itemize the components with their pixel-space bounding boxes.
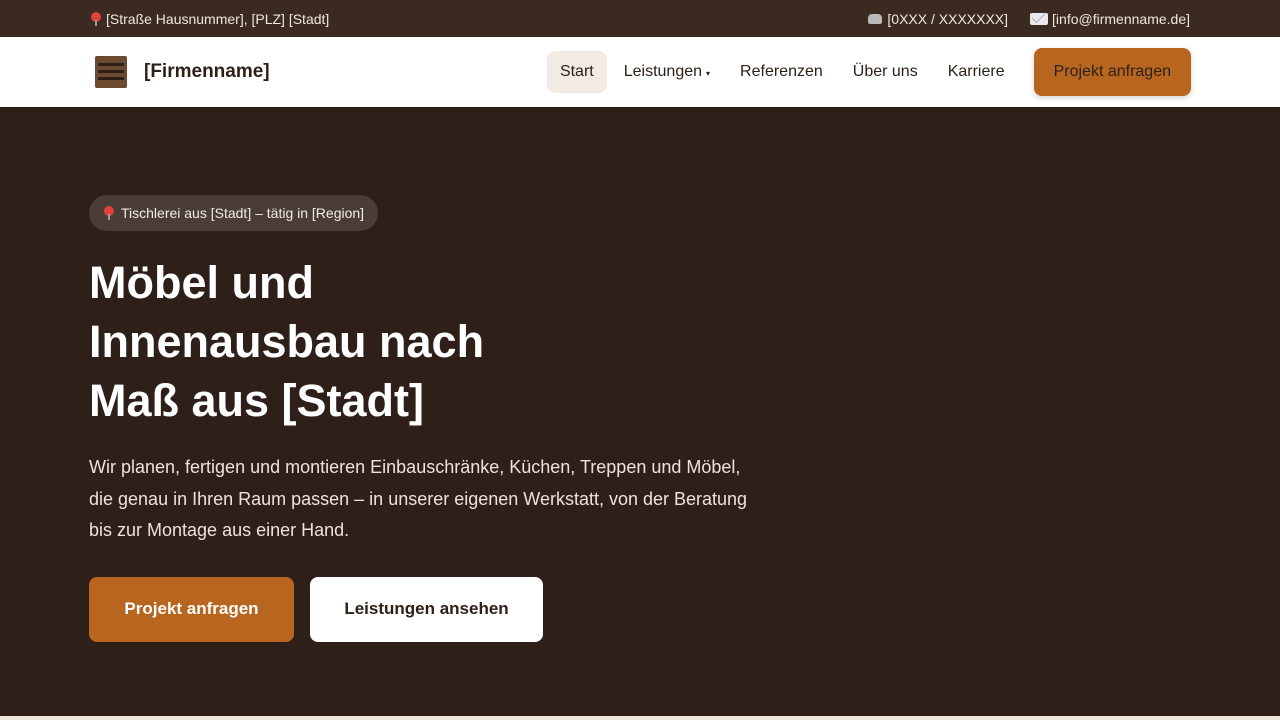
section-divider (0, 716, 1280, 720)
location-badge: Tischlerei aus [Stadt] – tätig in [Regio… (89, 195, 379, 231)
pin-icon (90, 11, 102, 26)
pin-icon (103, 206, 115, 220)
hero-lead-text: Wir planen, fertigen und montieren Einba… (89, 457, 748, 540)
email-text: [info@firmenname.de] (1052, 10, 1190, 27)
nav-item-ueber-uns[interactable]: Über uns (840, 51, 931, 93)
brand-link[interactable]: [Firmenname] (95, 56, 270, 88)
nav-project-request-button[interactable]: Projekt anfragen (1033, 48, 1191, 96)
phone-icon (867, 12, 883, 26)
nav-item-label: Leistungen (623, 63, 703, 80)
nav-item-start[interactable]: Start (546, 51, 607, 93)
chevron-down-icon: ▾ (706, 69, 711, 78)
nav-item-label: Referenzen (740, 63, 823, 80)
nav-item-label: Über uns (852, 63, 918, 80)
project-request-button[interactable]: Projekt anfragen (89, 576, 294, 642)
brand-name: [Firmenname] (144, 61, 270, 82)
nav-item-leistungen[interactable]: Leistungen ▾ (611, 51, 723, 93)
topbar: [Straße Hausnummer], [PLZ] [Stadt] [0XXX… (0, 0, 1280, 37)
address-text: [Straße Hausnummer], [PLZ] [Stadt] (106, 10, 330, 27)
nav-item-label: Start (559, 63, 594, 80)
nav-item-karriere[interactable]: Karriere (935, 51, 1018, 93)
email-link[interactable]: [info@firmenname.de] (1030, 11, 1190, 27)
mail-icon (1030, 12, 1049, 25)
main-navigation: [Firmenname] Start Leistungen ▾ Referenze… (0, 37, 1280, 107)
view-services-button[interactable]: Leistungen ansehen (310, 576, 543, 642)
hero-actions: Projekt anfragen Leistungen ansehen (89, 576, 1280, 642)
phone-text: [0XXX / XXXXXXX] (887, 10, 1009, 27)
nav-item-label: Karriere (947, 63, 1005, 80)
nav-item-referenzen[interactable]: Referenzen (727, 51, 836, 93)
phone-link[interactable]: [0XXX / XXXXXXX] (867, 11, 1008, 27)
hero-headline: Möbel und Innenausbau nach Maß aus [Stad… (89, 257, 485, 426)
location-badge-text: Tischlerei aus [Stadt] – tätig in [Regio… (121, 205, 365, 221)
hero-section: Tischlerei aus [Stadt] – tätig in [Regio… (0, 107, 1280, 720)
logo-icon (95, 56, 127, 88)
address-item: [Straße Hausnummer], [PLZ] [Stadt] (90, 11, 329, 27)
nav-menu: Start Leistungen ▾ Referenzen Über uns Ka… (545, 48, 1191, 96)
